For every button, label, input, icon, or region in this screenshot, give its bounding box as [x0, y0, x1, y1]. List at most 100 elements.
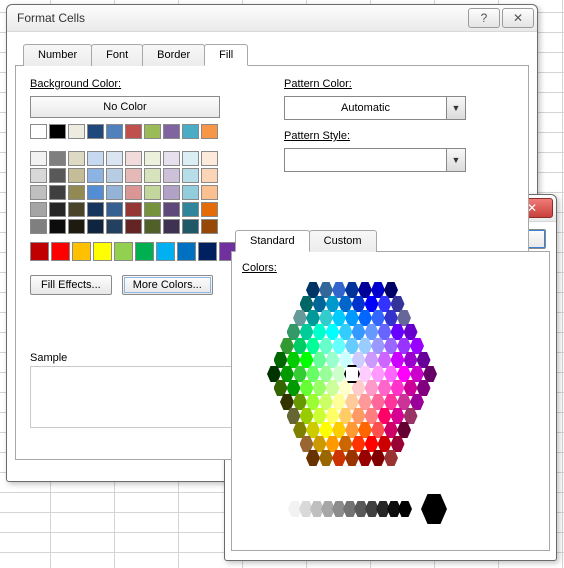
hex-swatch[interactable] [313, 324, 327, 340]
hex-swatch[interactable] [326, 436, 340, 452]
hex-swatch[interactable] [293, 394, 307, 410]
hex-swatch[interactable] [345, 394, 359, 410]
hex-swatch[interactable] [371, 310, 385, 326]
color-swatch[interactable] [182, 151, 199, 166]
hex-swatch[interactable] [313, 408, 327, 424]
hex-swatch[interactable] [404, 324, 418, 340]
hex-swatch[interactable] [391, 380, 405, 396]
fill-effects-button[interactable]: Fill Effects... [30, 275, 112, 295]
color-swatch[interactable] [87, 219, 104, 234]
hex-swatch[interactable] [410, 338, 424, 354]
hex-swatch[interactable] [306, 422, 320, 438]
color-swatch[interactable] [30, 202, 47, 217]
color-swatch[interactable] [163, 219, 180, 234]
hex-swatch[interactable] [332, 394, 346, 410]
hex-swatch[interactable] [313, 296, 327, 312]
color-swatch[interactable] [144, 185, 161, 200]
color-swatch[interactable] [49, 202, 66, 217]
hex-swatch[interactable] [358, 366, 372, 382]
tab-font[interactable]: Font [91, 44, 143, 66]
hex-swatch[interactable] [384, 338, 398, 354]
color-swatch[interactable] [87, 151, 104, 166]
hex-swatch[interactable] [384, 450, 398, 466]
hex-swatch[interactable] [384, 366, 398, 382]
hex-swatch[interactable] [365, 324, 379, 340]
hex-swatch[interactable] [332, 422, 346, 438]
color-swatch[interactable] [144, 168, 161, 183]
hex-swatch[interactable] [358, 338, 372, 354]
color-swatch[interactable] [49, 168, 66, 183]
hex-swatch[interactable] [410, 394, 424, 410]
color-swatch[interactable] [144, 202, 161, 217]
hex-swatch[interactable] [339, 436, 353, 452]
hex-swatch[interactable] [319, 422, 333, 438]
hex-swatch[interactable] [313, 352, 327, 368]
color-swatch[interactable] [30, 185, 47, 200]
hex-swatch[interactable] [280, 366, 294, 382]
hex-swatch[interactable] [378, 380, 392, 396]
hex-swatch[interactable] [384, 394, 398, 410]
hex-swatch[interactable] [352, 436, 366, 452]
color-swatch[interactable] [49, 185, 66, 200]
hex-swatch[interactable] [300, 352, 314, 368]
color-swatch[interactable] [114, 242, 133, 261]
hex-swatch[interactable] [293, 366, 307, 382]
color-swatch[interactable] [68, 151, 85, 166]
hex-swatch[interactable] [352, 324, 366, 340]
hex-swatch[interactable] [391, 352, 405, 368]
hex-swatch[interactable] [404, 352, 418, 368]
hex-swatch[interactable] [352, 408, 366, 424]
hex-swatch[interactable] [365, 352, 379, 368]
color-swatch[interactable] [72, 242, 91, 261]
hex-swatch[interactable] [371, 338, 385, 354]
color-swatch[interactable] [87, 185, 104, 200]
color-swatch[interactable] [125, 124, 142, 139]
hex-swatch[interactable] [319, 310, 333, 326]
color-swatch[interactable] [144, 124, 161, 139]
tab-number[interactable]: Number [23, 44, 92, 66]
tab-fill[interactable]: Fill [204, 44, 248, 66]
hex-swatch[interactable] [397, 394, 411, 410]
hex-swatch[interactable] [384, 282, 398, 298]
color-swatch[interactable] [30, 151, 47, 166]
hex-swatch[interactable] [274, 380, 288, 396]
color-swatch[interactable] [182, 202, 199, 217]
hex-swatch[interactable] [306, 394, 320, 410]
hex-swatch[interactable] [371, 450, 385, 466]
hex-swatch[interactable] [365, 296, 379, 312]
hex-swatch[interactable] [365, 436, 379, 452]
hex-swatch[interactable] [300, 296, 314, 312]
hex-swatch[interactable] [404, 380, 418, 396]
color-swatch[interactable] [49, 124, 66, 139]
help-button[interactable]: ? [468, 8, 500, 28]
hex-swatch[interactable] [280, 394, 294, 410]
close-button[interactable]: ✕ [502, 8, 534, 28]
color-swatch[interactable] [30, 219, 47, 234]
hex-swatch[interactable] [300, 408, 314, 424]
color-swatch[interactable] [135, 242, 154, 261]
hex-swatch[interactable] [319, 338, 333, 354]
color-swatch[interactable] [68, 124, 85, 139]
hex-swatch[interactable] [345, 450, 359, 466]
hex-swatch[interactable] [345, 282, 359, 298]
color-swatch[interactable] [68, 202, 85, 217]
hex-swatch[interactable] [293, 338, 307, 354]
hex-swatch[interactable] [332, 366, 346, 382]
tab-custom[interactable]: Custom [309, 230, 377, 252]
hex-swatch[interactable] [378, 296, 392, 312]
hex-swatch[interactable] [391, 324, 405, 340]
color-swatch[interactable] [49, 151, 66, 166]
color-swatch[interactable] [201, 151, 218, 166]
color-swatch[interactable] [198, 242, 217, 261]
hex-swatch[interactable] [293, 310, 307, 326]
color-swatch[interactable] [144, 219, 161, 234]
hex-swatch[interactable] [326, 296, 340, 312]
color-swatch[interactable] [163, 168, 180, 183]
hex-swatch[interactable] [326, 352, 340, 368]
color-swatch[interactable] [201, 219, 218, 234]
hex-swatch[interactable] [306, 450, 320, 466]
color-swatch[interactable] [182, 219, 199, 234]
color-swatch[interactable] [156, 242, 175, 261]
hex-swatch[interactable] [319, 282, 333, 298]
more-colors-button[interactable]: More Colors... [122, 275, 213, 295]
